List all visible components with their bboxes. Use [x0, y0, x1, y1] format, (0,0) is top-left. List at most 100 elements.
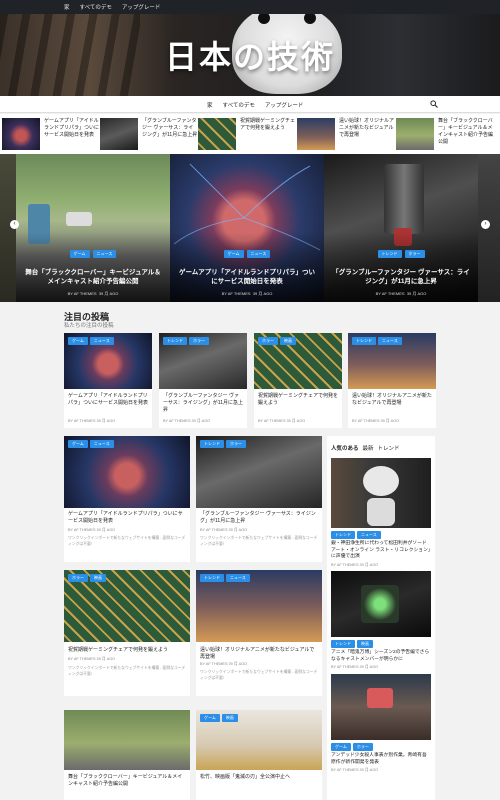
card-tag[interactable]: ゲーム	[68, 440, 88, 448]
card-tag[interactable]: ニュース	[89, 337, 114, 345]
featured-card[interactable]: ゲーム ニュース ゲームアプリ「アイドルランドプリパラ」ついにサービス開始日を発…	[64, 333, 152, 428]
card-tag[interactable]: ニュース	[89, 440, 114, 448]
ticker-title[interactable]: 祝賀期戦ゲーミングチェアで何発を鍛えよう	[240, 118, 296, 150]
sidebar-post[interactable]: トレンド 映画 アニメ「暗鬼万博」シーズン2の予告編でさらなるキャストメンバーが…	[331, 571, 431, 670]
card-tag[interactable]: ホラー	[226, 440, 246, 448]
card-title[interactable]: 遠い始球！オリジナルアニメが新たなビジュアルで再登場	[352, 393, 432, 407]
slide[interactable]: トレンド ホラー 「グランブルーファンタジー ヴァーサス：ライジング」が11月に…	[324, 154, 478, 302]
sidebar-post-title[interactable]: アンデッド少女殺人事表か別作業。青崎有吾原作が新作開発を発表	[331, 753, 431, 766]
tab-popular[interactable]: 人気のある	[331, 444, 359, 452]
search-icon[interactable]	[430, 100, 438, 108]
sidebar-post-meta: BY AF THEMES 39 月 AGO	[331, 562, 379, 567]
slide-tag[interactable]: ニュース	[246, 250, 271, 258]
slide-title[interactable]: 「グランブルーファンタジー ヴァーサス：ライジング」が11月に急上昇	[332, 268, 470, 286]
ticker-thumbnail	[297, 118, 335, 150]
sidebar-post[interactable]: ゲーム ホラー アンデッド少女殺人事表か別作業。青崎有吾原作が新作開発を発表 B…	[331, 674, 431, 773]
slide-tag[interactable]: ホラー	[404, 250, 425, 258]
slide[interactable]: ゲーム ニュース ゲームアプリ「アイドルランドプリパラ」ついにサービス開始日を発…	[170, 154, 324, 302]
topbar-link-home[interactable]: 家	[64, 3, 70, 11]
card-tag[interactable]: ホラー	[189, 337, 209, 345]
sidebar-post-tag[interactable]: ゲーム	[331, 743, 351, 751]
post-card[interactable]: ゲーム ニュース ゲームアプリ「アイドルランドプリパラ」ついにサービス開始日を発…	[64, 436, 190, 562]
slide-tag[interactable]: ゲーム	[223, 250, 244, 258]
card-tag[interactable]: トレンド	[352, 337, 376, 345]
sidebar-post-title[interactable]: 銀・神田浄生所に代わって松田利井がソードアート・オンライン ラスト・リコレクショ…	[331, 541, 431, 561]
featured-card[interactable]: トレンド ニュース 遠い始球！オリジナルアニメが新たなビジュアルで再登場 BY …	[348, 333, 436, 428]
slide-tag[interactable]: トレンド	[377, 250, 402, 258]
post-card[interactable]: トレンド ニュース 遠い始球！オリジナルアニメが新たなビジュアルで再登場 BY …	[196, 570, 322, 696]
post-card[interactable]: 舞台「ブラッククローバー」キービジュアル＆メインキャスト紹介予告編公開	[64, 710, 190, 800]
featured-card[interactable]: ホラー 映画 祝賀期戦ゲーミングチェアで何発を鍛えよう BY AF THEMES…	[254, 333, 342, 428]
sidebar-post-tag[interactable]: トレンド	[331, 531, 355, 539]
card-title[interactable]: 祝賀期戦ゲーミングチェアで何発を鍛えよう	[258, 393, 338, 407]
ticker-item[interactable]: 舞台「ブラッククローバー」キービジュアル＆メインキャスト紹介予告編公開	[396, 118, 494, 150]
slide-title[interactable]: ゲームアプリ「アイドルランドプリパラ」ついにサービス開始日を発表	[178, 268, 316, 286]
nav-item-upgrade[interactable]: アップグレード	[265, 101, 304, 109]
card-title[interactable]: 「グランブルーファンタジー ヴァーサス：ライジング」が11月に急上昇	[200, 511, 318, 525]
card-excerpt: ワンクリックインポートで新たなウェブサイトを構築 - 面倒なコーディングは不要!	[200, 536, 318, 546]
nav-item-home[interactable]: 家	[207, 101, 213, 109]
tab-trending[interactable]: トレンド	[378, 444, 400, 452]
card-tag[interactable]: トレンド	[200, 440, 224, 448]
card-tag[interactable]: トレンド	[200, 574, 224, 582]
ticker-item[interactable]: 祝賀期戦ゲーミングチェアで何発を鍛えよう	[198, 118, 296, 150]
card-tag[interactable]: 映画	[221, 714, 238, 722]
card-tag[interactable]: 映画	[280, 337, 296, 345]
header-banner: 日本の技術	[0, 14, 500, 96]
slide-title[interactable]: 舞台「ブラッククローバー」キービジュアル＆メインキャスト紹介予告編公開	[24, 268, 162, 286]
sidebar-post[interactable]: トレンド ニュース 銀・神田浄生所に代わって松田利井がソードアート・オンライン …	[331, 458, 431, 568]
sidebar-post-tag[interactable]: 映画	[357, 640, 373, 648]
post-card[interactable]: ホラー 映画 祝賀期戦ゲーミングチェアで何発を鍛えよう BY AF THEMES…	[64, 570, 190, 696]
sidebar-post-tag[interactable]: トレンド	[331, 640, 355, 648]
slide-meta: BY AF THEMES 39 月 AGO	[375, 291, 427, 296]
ticker-row: ゲームアプリ「アイドルランドプリパラ」ついにサービス開始日を発表 「グランブルー…	[0, 114, 500, 154]
slide-tag[interactable]: ニュース	[92, 250, 117, 258]
card-tag[interactable]: ホラー	[258, 337, 278, 345]
card-excerpt: ワンクリックインポートで新たなウェブサイトを構築 - 面倒なコーディングは不要!	[68, 666, 186, 676]
sidebar-post-tag[interactable]: ニュース	[357, 531, 381, 539]
slider-prev-arrow-icon[interactable]: ‹	[10, 220, 19, 229]
card-meta: BY AF THEMES 39 月 AGO	[200, 528, 248, 532]
post-card[interactable]: トレンド ホラー 「グランブルーファンタジー ヴァーサス：ライジング」が11月に…	[196, 436, 322, 562]
main-nav: 家 すべてのデモ アップグレード	[0, 96, 500, 113]
ticker-item[interactable]: 遠い始球！オリジナルアニメが新たなビジュアルで再登場	[297, 118, 395, 150]
sidebar-post-meta: BY AF THEMES 39 月 AGO	[331, 768, 379, 772]
topbar-link-upgrade[interactable]: アップグレード	[122, 3, 161, 11]
card-title[interactable]: ゲームアプリ「アイドルランドプリパラ」ついにサービス開始日を発表	[68, 393, 148, 407]
post-card[interactable]: ゲーム 映画 松竹、映画版「鬼滅の刃」全公演中止へ	[196, 710, 322, 800]
ticker-title[interactable]: 「グランブルーファンタジー ヴァーサス：ライジング」が11月に急上昇	[142, 118, 198, 150]
card-title[interactable]: 松竹、映画版「鬼滅の刃」全公演中止へ	[200, 774, 318, 781]
featured-card[interactable]: トレンド ホラー 「グランブルーファンタジー ヴァーサス：ライジング」が11月に…	[159, 333, 247, 428]
ticker-thumbnail	[100, 118, 138, 150]
ticker-item[interactable]: 「グランブルーファンタジー ヴァーサス：ライジング」が11月に急上昇	[100, 118, 198, 150]
card-title[interactable]: 舞台「ブラッククローバー」キービジュアル＆メインキャスト紹介予告編公開	[68, 774, 186, 788]
slide-tag[interactable]: ゲーム	[69, 250, 90, 258]
ticker-thumbnail	[198, 118, 236, 150]
card-tag[interactable]: ゲーム	[200, 714, 220, 722]
card-title[interactable]: ゲームアプリ「アイドルランドプリパラ」ついにサービス開始日を発表	[68, 511, 186, 525]
card-tag[interactable]: ゲーム	[68, 337, 88, 345]
card-tag[interactable]: トレンド	[163, 337, 187, 345]
ticker-title[interactable]: ゲームアプリ「アイドルランドプリパラ」ついにサービス開始日を発表	[44, 118, 100, 150]
card-title[interactable]: 祝賀期戦ゲーミングチェアで何発を鍛えよう	[68, 647, 186, 654]
ticker-title[interactable]: 遠い始球！オリジナルアニメが新たなビジュアルで再登場	[339, 118, 395, 150]
sidebar-post-tag[interactable]: ホラー	[352, 743, 373, 751]
sidebar-post-title[interactable]: アニメ「暗鬼万博」シーズン2の予告編でさらなるキャストメンバーが明らかに	[331, 650, 431, 663]
card-tag[interactable]: ホラー	[68, 574, 88, 582]
nav-item-demos[interactable]: すべてのデモ	[223, 101, 255, 109]
tab-latest[interactable]: 最新	[363, 444, 374, 452]
site-title[interactable]: 日本の技術	[0, 32, 500, 78]
card-meta: BY AF THEMES 39 月 AGO	[68, 419, 116, 423]
card-title[interactable]: 遠い始球！オリジナルアニメが新たなビジュアルで再登場	[200, 647, 318, 661]
ticker-title[interactable]: 舞台「ブラッククローバー」キービジュアル＆メインキャスト紹介予告編公開	[438, 118, 494, 150]
card-tag[interactable]: 映画	[90, 574, 106, 582]
card-excerpt: ワンクリックインポートで新たなウェブサイトを構築 - 面倒なコーディングは不要!	[200, 670, 318, 680]
card-tag[interactable]: ニュース	[226, 574, 250, 582]
card-title[interactable]: 「グランブルーファンタジー ヴァーサス：ライジング」が11月に急上昇	[163, 393, 243, 414]
card-meta: BY AF THEMES 39 月 AGO	[352, 419, 400, 423]
card-tag[interactable]: ニュース	[378, 337, 402, 345]
ticker-item[interactable]: ゲームアプリ「アイドルランドプリパラ」ついにサービス開始日を発表	[2, 118, 100, 150]
slide[interactable]: ゲーム ニュース 舞台「ブラッククローバー」キービジュアル＆メインキャスト紹介予…	[16, 154, 170, 302]
slider-next-arrow-icon[interactable]: ›	[481, 220, 490, 229]
topbar-link-demos[interactable]: すべてのデモ	[80, 3, 112, 11]
